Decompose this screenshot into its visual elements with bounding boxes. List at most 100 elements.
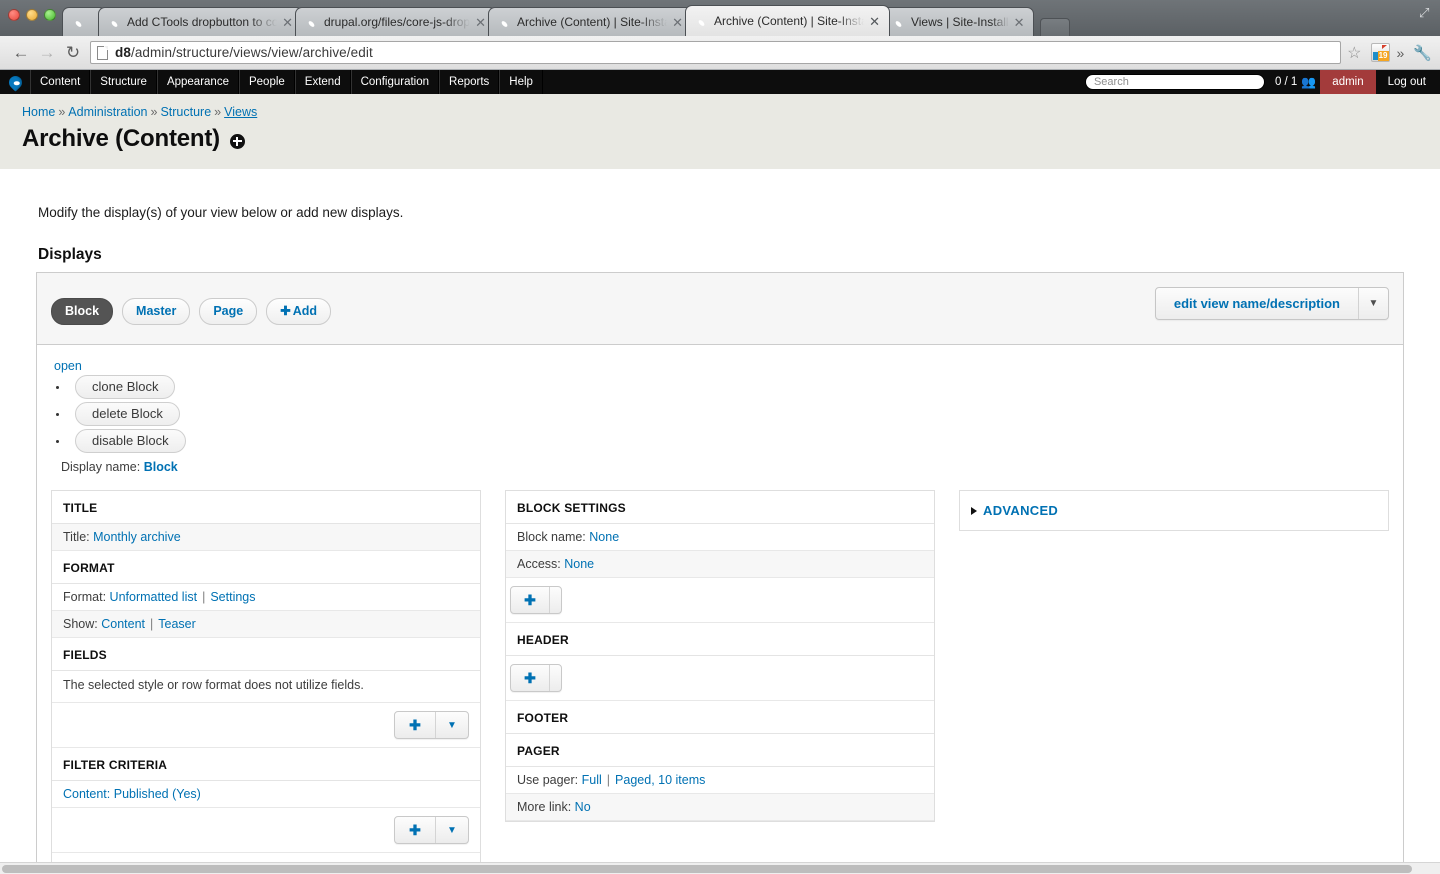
settings-gear-icon[interactable] (229, 133, 245, 149)
address-bar[interactable]: d8/admin/structure/views/view/archive/ed… (90, 41, 1342, 64)
wrench-menu-icon[interactable]: 🔧 (1413, 44, 1432, 62)
section-heading-filter-criteria: FILTER CRITERIA (52, 748, 480, 781)
tab-close-icon[interactable]: ✕ (672, 16, 683, 29)
format-settings-link[interactable]: Settings (210, 590, 255, 604)
toolbar-item-extend[interactable]: Extend (294, 70, 351, 94)
toolbar-item-people[interactable]: People (238, 70, 295, 94)
display-tab-page[interactable]: Page (199, 298, 258, 325)
overflow-chevron-icon[interactable]: » (1397, 45, 1405, 61)
chevron-down-icon[interactable]: ▼ (435, 712, 468, 738)
format-value-link[interactable]: Unformatted list (110, 590, 198, 604)
filter-add-dropbutton: ✚ ▼ (394, 816, 469, 844)
new-tab-button[interactable] (1040, 18, 1071, 36)
toolbar-search-input[interactable]: Search (1084, 74, 1265, 90)
rss-extension-icon[interactable]: 19 (1370, 43, 1390, 62)
delete-block-button[interactable]: delete Block (75, 402, 180, 426)
extension-badge-count: 19 (1377, 51, 1389, 61)
more-link-value[interactable]: No (575, 800, 591, 814)
breadcrumb-item-home[interactable]: Home (22, 105, 55, 119)
drupal-drop-icon (107, 15, 122, 30)
row-use-pager: Use pager: Full | Paged, 10 items (506, 767, 934, 794)
plus-icon[interactable]: ✚ (395, 712, 435, 738)
row-label: Block name: (517, 530, 586, 544)
breadcrumb-item-structure[interactable]: Structure (160, 105, 211, 119)
pager-items-link[interactable]: Paged, 10 items (615, 773, 705, 787)
address-host: d8 (115, 45, 131, 60)
section-heading-pager: PAGER (506, 734, 934, 767)
toolbar-logout-link[interactable]: Log out (1376, 76, 1440, 88)
forward-button[interactable]: → (34, 40, 60, 66)
pager-type-link[interactable]: Full (582, 773, 602, 787)
browser-tab-5[interactable]: Views | Site-Install ✕ (881, 7, 1035, 36)
toolbar-item-help[interactable]: Help (499, 70, 543, 94)
plus-icon[interactable]: ✚ (511, 665, 549, 691)
chevron-down-icon[interactable]: ▼ (1358, 288, 1388, 319)
display-settings-body: open clone Block delete Block disable Bl… (37, 345, 1403, 874)
toolbar-item-appearance[interactable]: Appearance (156, 70, 239, 94)
breadcrumb-item-views[interactable]: Views (224, 105, 257, 119)
drupal-logo-icon[interactable] (0, 70, 30, 94)
drupal-drop-icon (694, 14, 709, 29)
window-close-button[interactable] (8, 9, 20, 21)
row-label: Access: (517, 557, 561, 571)
filter-criteria-link[interactable]: Content: Published (Yes) (63, 787, 201, 801)
display-tab-master[interactable]: Master (122, 298, 191, 325)
edit-view-name-dropbutton: edit view name/description ▼ (1154, 287, 1389, 320)
toolbar-item-configuration[interactable]: Configuration (350, 70, 440, 94)
dropbutton-toggle[interactable]: open (54, 359, 1389, 373)
browser-tab-3[interactable]: Archive (Content) | Site-Insta ✕ (487, 7, 693, 36)
browser-tab-2[interactable]: drupal.org/files/core-js-drop ✕ (295, 7, 496, 36)
display-tab-block[interactable]: Block (51, 298, 114, 325)
row-label: Use pager: (517, 773, 579, 787)
display-name-link[interactable]: Block (144, 460, 178, 474)
chevron-down-icon[interactable] (549, 587, 561, 613)
tab-close-icon[interactable]: ✕ (282, 16, 293, 29)
section-heading-block-settings: BLOCK SETTINGS (506, 491, 934, 524)
horizontal-scrollbar[interactable] (0, 862, 1440, 874)
add-display-button[interactable]: ✚ Add (266, 298, 332, 325)
title-value-link[interactable]: Monthly archive (93, 530, 181, 544)
tab-close-icon[interactable]: ✕ (475, 16, 486, 29)
chevron-down-icon[interactable] (549, 665, 561, 691)
display-name-label: Display name: (61, 460, 141, 474)
disable-block-button[interactable]: disable Block (75, 429, 186, 453)
access-link[interactable]: None (564, 557, 594, 571)
breadcrumb: Home» Administration» Structure» Views (0, 94, 1440, 119)
list-item: delete Block (69, 402, 1389, 426)
toolbar-item-reports[interactable]: Reports (439, 70, 500, 94)
browser-tab-title: Archive (Content) | Site-Insta (516, 15, 668, 29)
toolbar-item-structure[interactable]: Structure (90, 70, 157, 94)
window-zoom-button[interactable] (44, 9, 56, 21)
drupal-drop-icon (497, 15, 512, 30)
column-right: ADVANCED (959, 490, 1389, 531)
window-minimize-button[interactable] (26, 9, 38, 21)
address-path: /admin/structure/views/view/archive/edit (130, 45, 373, 60)
footer-add-row: ✚ (506, 656, 934, 701)
edit-view-name-button[interactable]: edit view name/description (1156, 288, 1358, 319)
tab-close-icon[interactable]: ✕ (869, 15, 880, 28)
breadcrumb-item-administration[interactable]: Administration (68, 105, 147, 119)
page-document-icon (97, 45, 108, 60)
browser-tab-1[interactable]: Add CTools dropbutton to co ✕ (98, 7, 303, 36)
tab-close-icon[interactable]: ✕ (1014, 16, 1025, 29)
advanced-section[interactable]: ADVANCED (959, 490, 1389, 531)
maximize-icon[interactable]: ⤢ (1419, 6, 1433, 20)
chevron-down-icon[interactable]: ▼ (435, 817, 468, 843)
scrollbar-thumb[interactable] (2, 865, 1412, 873)
header-add-row: ✚ (506, 578, 934, 623)
plus-icon[interactable]: ✚ (511, 587, 549, 613)
plus-icon[interactable]: ✚ (395, 817, 435, 843)
reload-button[interactable]: ↻ (60, 40, 86, 66)
row-filter-criteria: Content: Published (Yes) (52, 781, 480, 808)
back-button[interactable]: ← (8, 40, 34, 66)
block-name-link[interactable]: None (589, 530, 619, 544)
show-teaser-link[interactable]: Teaser (158, 617, 196, 631)
toolbar-item-content[interactable]: Content (30, 70, 91, 94)
list-item: disable Block (69, 429, 1389, 453)
bookmark-star-icon[interactable]: ☆ (1347, 43, 1361, 63)
show-value-link[interactable]: Content (101, 617, 145, 631)
clone-block-button[interactable]: clone Block (75, 375, 176, 399)
toolbar-user-link[interactable]: admin (1320, 70, 1376, 94)
row-show: Show: Content | Teaser (52, 611, 480, 638)
browser-tab-4-active[interactable]: Archive (Content) | Site-Insta ✕ (684, 5, 890, 36)
